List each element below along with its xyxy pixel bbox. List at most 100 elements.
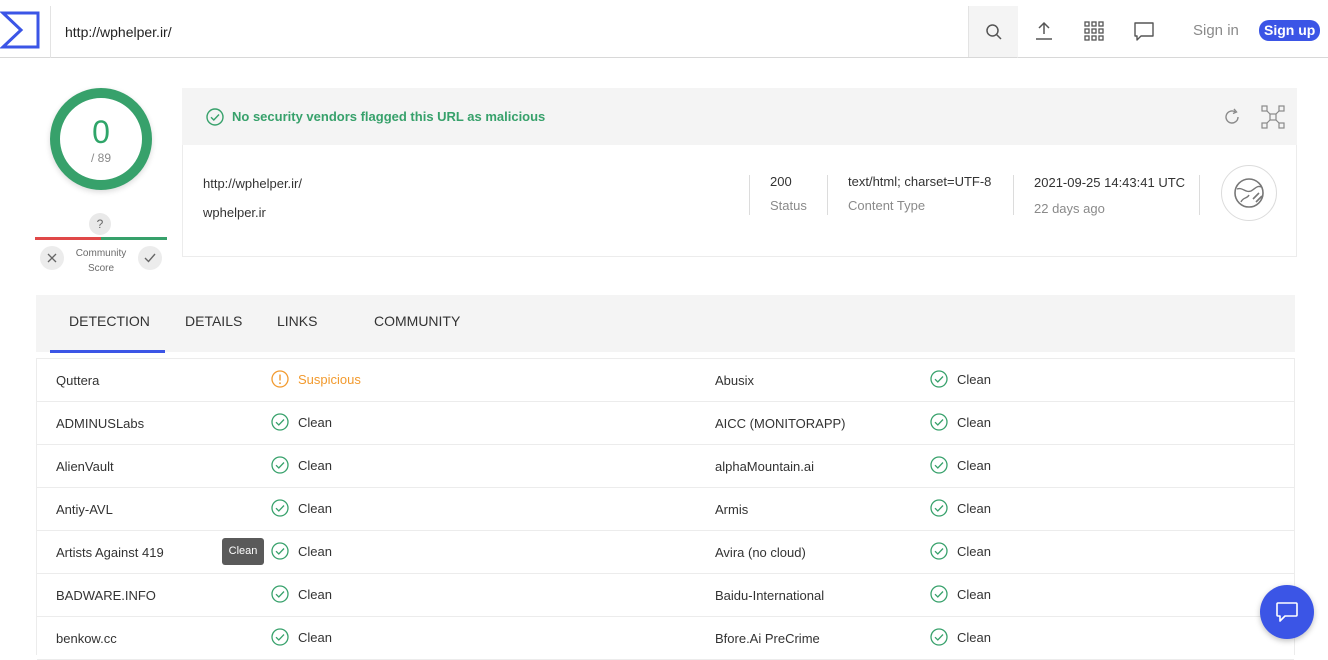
result-label: Clean	[957, 629, 991, 645]
check-circle-icon	[930, 456, 948, 474]
reanalyze-icon[interactable]	[1222, 107, 1242, 127]
result-label: Clean	[298, 500, 332, 516]
result-label: Clean	[298, 629, 332, 645]
divider	[1199, 175, 1200, 215]
divider	[749, 175, 750, 215]
vendor-name: ADMINUSLabs	[56, 416, 145, 431]
community-score-label: Community Score	[75, 248, 127, 274]
chat-icon	[1276, 602, 1298, 622]
chat-support-button[interactable]	[1260, 585, 1314, 639]
vote-malicious-button[interactable]	[40, 246, 64, 270]
engine-total: / 89	[90, 151, 111, 165]
verdict-banner: No security vendors flagged this URL as …	[182, 88, 1297, 145]
result-label: Clean	[298, 586, 332, 602]
tab-community[interactable]: COMMUNITY	[374, 313, 460, 329]
detection-result: Clean	[930, 542, 991, 560]
apps-grid-icon[interactable]	[1083, 20, 1105, 42]
result-label: Clean	[957, 371, 991, 387]
detection-count: 0	[92, 114, 110, 150]
vendor-name: Antiy-AVL	[56, 502, 113, 517]
vendor-name: BADWARE.INFO	[56, 588, 156, 603]
vendor-name: Abusix	[715, 373, 755, 388]
sign-in-link[interactable]: Sign in	[1193, 22, 1239, 39]
status-label: Status	[770, 198, 807, 213]
search-input[interactable]	[65, 20, 945, 44]
result-tooltip: Clean	[222, 538, 264, 565]
check-circle-icon	[930, 499, 948, 517]
content-type-label: Content Type	[848, 198, 926, 213]
close-icon	[47, 253, 57, 263]
table-row: Quttera Suspicious Abusix Clean	[37, 359, 1294, 402]
sign-up-button[interactable]: Sign up	[1259, 20, 1321, 41]
divider	[827, 175, 828, 215]
content-type-value: text/html; charset=UTF-8	[848, 174, 992, 189]
check-circle-icon	[271, 628, 289, 646]
check-circle-icon	[930, 413, 948, 431]
url-text: http://wphelper.ir/	[203, 176, 302, 191]
active-tab-indicator	[50, 350, 165, 353]
vendor-name: Quttera	[56, 373, 100, 388]
result-label: Clean	[957, 543, 991, 559]
favicon-placeholder	[1221, 165, 1277, 221]
check-circle-icon	[930, 585, 948, 603]
tab-details[interactable]: DETAILS	[185, 313, 242, 329]
check-circle-icon	[271, 585, 289, 603]
top-bar: Sign in Sign up	[0, 0, 1328, 58]
tab-links[interactable]: LINKS	[277, 313, 317, 329]
check-icon	[144, 253, 156, 263]
check-circle-icon	[930, 370, 948, 388]
vendor-name: AICC (MONITORAPP)	[715, 416, 846, 431]
detection-result: Clean	[930, 413, 991, 431]
detection-score-gauge: 0 / 89	[50, 88, 152, 190]
check-circle-icon	[271, 542, 289, 560]
search-button[interactable]	[968, 6, 1018, 57]
check-circle-icon	[930, 628, 948, 646]
chat-bubble-icon[interactable]	[1133, 20, 1155, 42]
result-label: Clean	[957, 586, 991, 602]
broken-globe-icon	[1234, 178, 1264, 208]
vote-harmless-button[interactable]	[138, 246, 162, 270]
table-row: ADMINUSLabs Clean AICC (MONITORAPP) Clean	[37, 402, 1294, 445]
community-score-bar	[35, 237, 167, 240]
vendor-name: Bfore.Ai PreCrime	[715, 631, 820, 646]
vendor-name: benkow.cc	[56, 631, 117, 646]
result-label: Clean	[957, 457, 991, 473]
result-label: Clean	[957, 500, 991, 516]
virustotal-logo-icon[interactable]	[0, 10, 42, 50]
check-circle-icon	[206, 108, 224, 126]
vendor-name: Baidu-International	[715, 588, 825, 603]
detection-result: Clean	[271, 628, 332, 646]
result-tabs: DETECTION DETAILS LINKS COMMUNITY	[36, 295, 1295, 353]
graph-view-icon[interactable]	[1261, 105, 1285, 129]
detection-result: Clean	[930, 628, 991, 646]
tab-detection[interactable]: DETECTION	[69, 313, 150, 329]
table-row: benkow.cc Clean Bfore.Ai PreCrime Clean	[37, 617, 1294, 660]
detection-result: Clean	[271, 542, 332, 560]
detection-result: Clean	[271, 585, 332, 603]
community-score-value: ?	[89, 213, 111, 235]
detection-result: Suspicious	[271, 370, 361, 388]
result-label: Clean	[298, 457, 332, 473]
table-row: Antiy-AVL Clean Armis Clean	[37, 488, 1294, 531]
verdict-message: No security vendors flagged this URL as …	[232, 109, 546, 124]
upload-icon[interactable]	[1033, 20, 1055, 42]
vendor-name: AlienVault	[56, 459, 114, 474]
table-row: AlienVault Clean alphaMountain.ai Clean	[37, 445, 1294, 488]
detection-result: Clean	[271, 499, 332, 517]
result-label: Clean	[298, 543, 332, 559]
vendor-name: Artists Against 419	[56, 545, 164, 560]
result-label: Clean	[298, 414, 332, 430]
detection-result: Clean	[930, 585, 991, 603]
check-circle-icon	[930, 542, 948, 560]
table-row: BADWARE.INFO Clean Baidu-International Clea…	[37, 574, 1294, 617]
analysis-age: 22 days ago	[1034, 201, 1105, 216]
vendor-name: Avira (no cloud)	[715, 545, 806, 560]
search-icon	[985, 23, 1002, 40]
vendor-name: alphaMountain.ai	[715, 459, 815, 474]
divider	[1013, 175, 1014, 215]
detection-result: Clean	[271, 456, 332, 474]
detection-table: Quttera Suspicious Abusix Clean ADMINUSLabs C…	[36, 358, 1295, 660]
check-circle-icon	[271, 456, 289, 474]
detection-result: Clean	[271, 413, 332, 431]
status-value: 200	[770, 174, 792, 189]
